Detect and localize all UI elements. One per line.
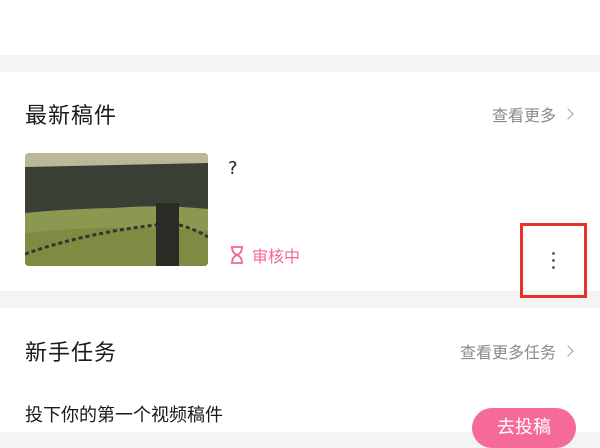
- newbie-tasks-more-label: 查看更多任务: [459, 343, 556, 362]
- recent-drafts-title: 最新稿件: [25, 104, 118, 129]
- newbie-tasks-title: 新手任务: [25, 341, 118, 366]
- recent-drafts-more-label: 查看更多: [491, 106, 556, 125]
- chevron-right-icon: [562, 345, 574, 357]
- recent-drafts-section: 最新稿件 查看更多 ? 审核中: [0, 72, 600, 298]
- draft-more-options-button[interactable]: [520, 223, 587, 298]
- hourglass-icon: [231, 246, 243, 264]
- newbie-tasks-section: 新手任务 查看更多任务 投下你的第一个视频稿件 去投稿: [0, 308, 600, 448]
- task-description: 投下你的第一个视频稿件: [25, 405, 223, 426]
- newbie-tasks-more-link[interactable]: 查看更多任务: [459, 339, 574, 363]
- more-vertical-icon: [552, 252, 555, 269]
- go-submit-button[interactable]: 去投稿: [472, 408, 576, 448]
- draft-status-label: 审核中: [252, 247, 301, 266]
- top-blank-area: [0, 0, 600, 55]
- chevron-right-icon: [562, 108, 574, 120]
- recent-drafts-more-link[interactable]: 查看更多: [491, 102, 574, 126]
- draft-title[interactable]: ?: [228, 158, 238, 179]
- draft-thumbnail[interactable]: [25, 153, 208, 266]
- draft-status: 审核中: [230, 243, 300, 267]
